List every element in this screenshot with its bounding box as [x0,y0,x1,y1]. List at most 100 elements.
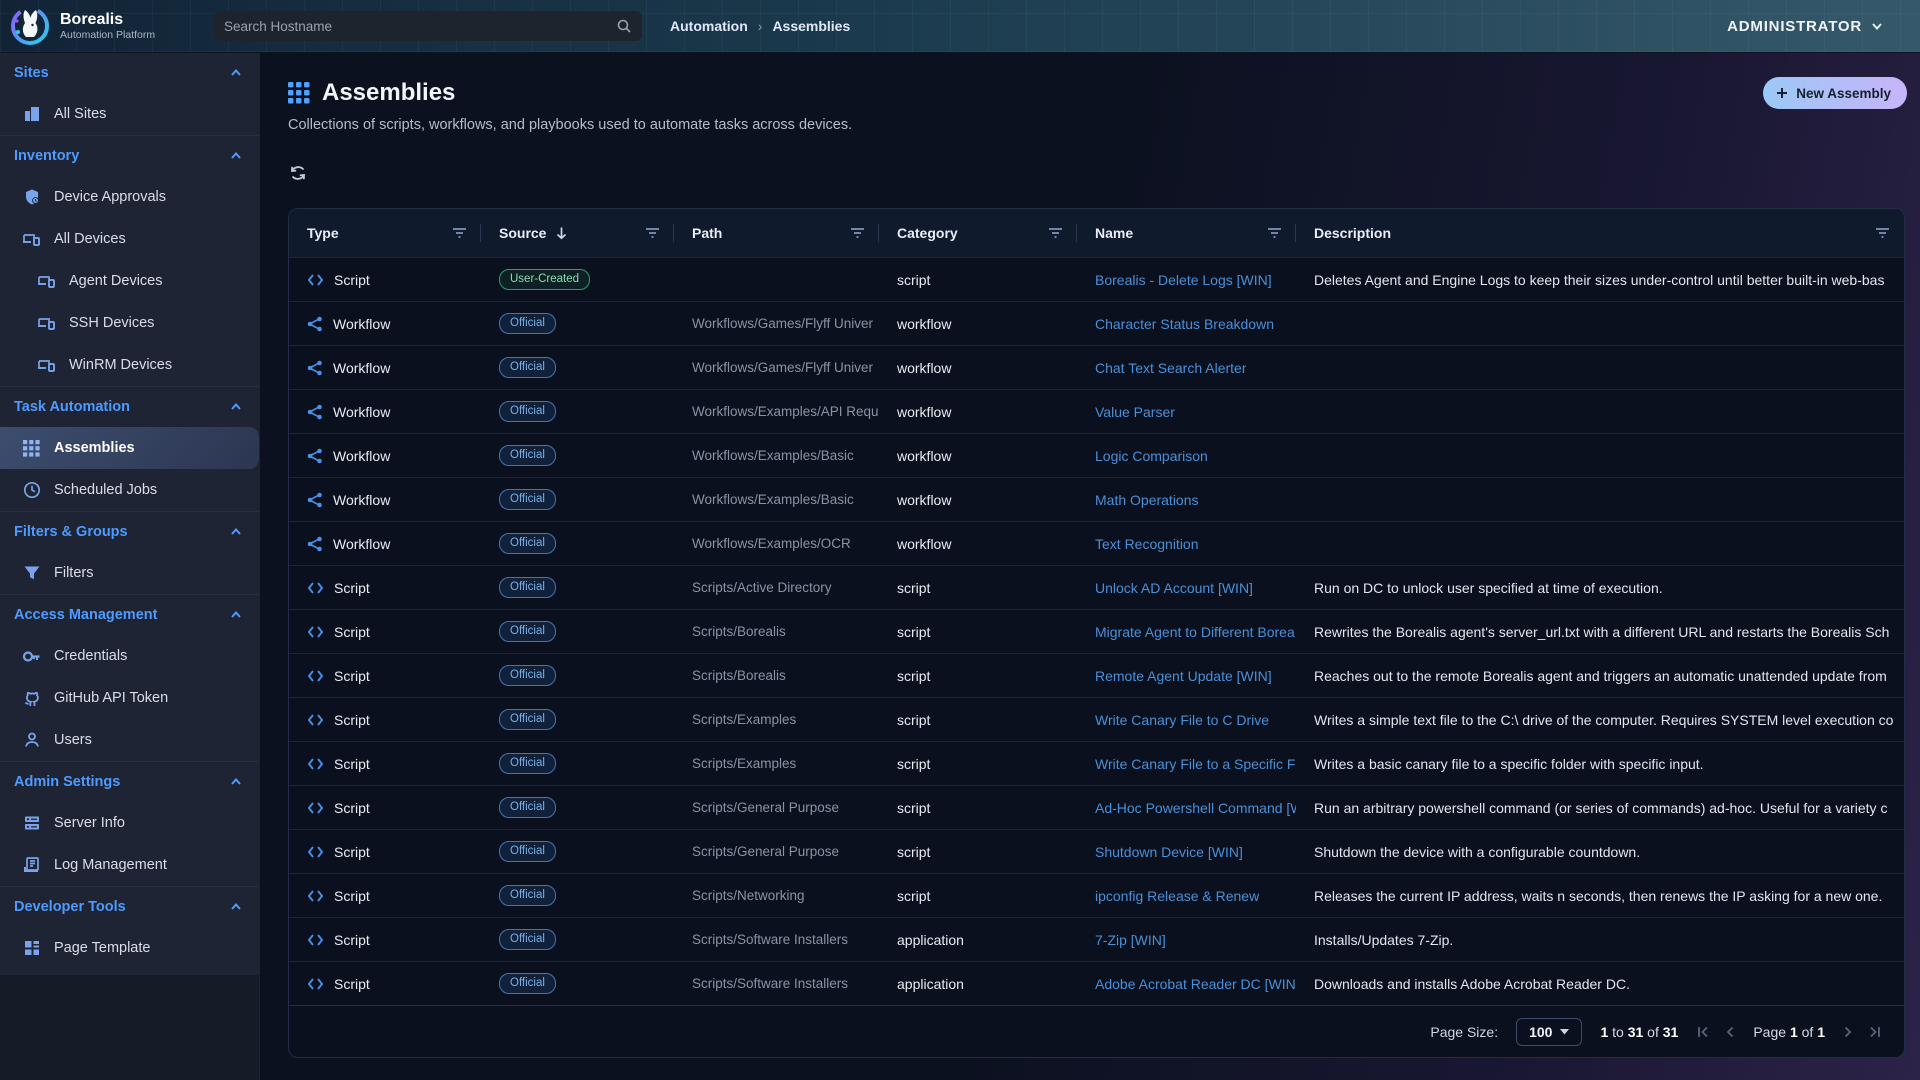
section-header-inventory[interactable]: Inventory [0,136,259,176]
sidebar-item-github-api-token[interactable]: GitHub API Token [0,677,259,719]
hostname-search[interactable] [214,11,642,41]
sidebar-item-device-approvals[interactable]: Device Approvals [0,176,259,218]
section-header-task-automation[interactable]: Task Automation [0,387,259,427]
sort-desc-icon[interactable] [555,226,568,240]
column-header-category[interactable]: Category [879,209,1077,257]
sidebar-item-page-template[interactable]: Page Template [0,927,259,969]
sidebar-item-ssh-devices[interactable]: SSH Devices [0,302,259,344]
table-row[interactable]: Script Official Scripts/General Purpose … [289,785,1904,829]
table-row[interactable]: Script Official Scripts/Examples script … [289,697,1904,741]
table-row[interactable]: Workflow Official Workflows/Examples/OCR… [289,521,1904,565]
breadcrumb-parent[interactable]: Automation [670,18,748,34]
assembly-name-link[interactable]: Adobe Acrobat Reader DC [WIN [1095,976,1296,992]
refresh-icon[interactable] [288,163,308,183]
filter-icon[interactable] [850,227,865,239]
filter-icon[interactable] [1267,227,1282,239]
search-input[interactable] [224,19,616,34]
column-header-source[interactable]: Source [481,209,674,257]
column-header-description[interactable]: Description [1296,209,1904,257]
table-row[interactable]: Script Official Scripts/Active Directory… [289,565,1904,609]
sidebar-item-users[interactable]: Users [0,719,259,761]
assembly-name-link[interactable]: Write Canary File to C Drive [1095,712,1269,728]
table-row[interactable]: Script Official Scripts/Examples script … [289,741,1904,785]
assembly-name-link[interactable]: Math Operations [1095,492,1199,508]
assembly-name-link[interactable]: Migrate Agent to Different Borea [1095,624,1295,640]
name-cell: Shutdown Device [WIN] [1077,830,1296,873]
filter-icon[interactable] [645,227,660,239]
filter-icon[interactable] [1048,227,1063,239]
section-header-admin-settings[interactable]: Admin Settings [0,762,259,802]
sidebar-item-winrm-devices[interactable]: WinRM Devices [0,344,259,386]
table-row[interactable]: Script Official Scripts/General Purpose … [289,829,1904,873]
source-badge: Official [499,533,556,555]
section-header-developer-tools[interactable]: Developer Tools [0,887,259,927]
column-header-name[interactable]: Name [1077,209,1296,257]
sidebar-item-log-management[interactable]: Log Management [0,844,259,886]
table-row[interactable]: Script Official Scripts/Borealis script … [289,653,1904,697]
assembly-name-link[interactable]: ipconfig Release & Renew [1095,888,1259,904]
assembly-name-link[interactable]: Borealis - Delete Logs [WIN] [1095,272,1272,288]
chevron-up-icon [229,525,243,539]
column-header-path[interactable]: Path [674,209,879,257]
sidebar-item-filters[interactable]: Filters [0,552,259,594]
assemblies-grid-icon [288,82,310,104]
path-cell [674,258,879,301]
table-row[interactable]: Script Official Scripts/Software Install… [289,917,1904,961]
assembly-name-link[interactable]: Shutdown Device [WIN] [1095,844,1243,860]
assembly-name-link[interactable]: Logic Comparison [1095,448,1208,464]
range-text: 1 to 31 of 31 [1600,1024,1678,1040]
assembly-name-link[interactable]: Value Parser [1095,404,1175,420]
table-row[interactable]: Workflow Official Workflows/Games/Flyff … [289,301,1904,345]
assembly-name-link[interactable]: Unlock AD Account [WIN] [1095,580,1253,596]
filter-icon[interactable] [452,227,467,239]
sidebar-item-agent-devices[interactable]: Agent Devices [0,260,259,302]
next-page-icon[interactable] [1843,1025,1853,1039]
column-header-type[interactable]: Type [289,209,481,257]
source-cell: Official [481,434,674,477]
sidebar-item-all-sites[interactable]: All Sites [0,93,259,135]
new-assembly-button[interactable]: New Assembly [1763,77,1907,109]
assembly-name-link[interactable]: Text Recognition [1095,536,1199,552]
table-row[interactable]: Workflow Official Workflows/Examples/Bas… [289,433,1904,477]
sidebar-item-all-devices[interactable]: All Devices [0,218,259,260]
name-cell: ipconfig Release & Renew [1077,874,1296,917]
sidebar-item-scheduled-jobs[interactable]: Scheduled Jobs [0,469,259,511]
section-filters-groups: Filters & Groups Filters [0,511,259,594]
assembly-name-link[interactable]: Chat Text Search Alerter [1095,360,1246,376]
filter-icon[interactable] [1875,227,1890,239]
table-row[interactable]: Workflow Official Workflows/Games/Flyff … [289,345,1904,389]
first-page-icon[interactable] [1696,1025,1711,1039]
sidebar-item-credentials[interactable]: Credentials [0,635,259,677]
page-size-select[interactable]: 100 [1516,1018,1582,1046]
table-row[interactable]: Script Official Scripts/Networking scrip… [289,873,1904,917]
assembly-name-link[interactable]: Write Canary File to a Specific F [1095,756,1295,772]
assembly-name-link[interactable]: 7-Zip [WIN] [1095,932,1166,948]
table-row[interactable]: Script Official Scripts/Borealis script … [289,609,1904,653]
sidebar-item-server-info[interactable]: Server Info [0,802,259,844]
table-row[interactable]: Script Official Scripts/Software Install… [289,961,1904,1005]
code-icon [307,889,324,903]
workflow-icon [307,404,323,420]
last-page-icon[interactable] [1867,1025,1882,1039]
previous-page-icon[interactable] [1725,1025,1735,1039]
path-cell: Scripts/Software Installers [674,962,879,1005]
assembly-name-link[interactable]: Character Status Breakdown [1095,316,1274,332]
assembly-name-link[interactable]: Remote Agent Update [WIN] [1095,668,1272,684]
section-header-filters-groups[interactable]: Filters & Groups [0,512,259,552]
breadcrumb-current[interactable]: Assemblies [772,18,850,34]
range-total: 31 [1663,1024,1679,1040]
path-cell: Workflows/Games/Flyff Univer [674,346,879,389]
user-menu[interactable]: ADMINISTRATOR [1727,18,1884,35]
assembly-name-link[interactable]: Ad-Hoc Powershell Command [W [1095,800,1296,816]
path-cell: Scripts/Active Directory [674,566,879,609]
table-row[interactable]: Script User-Created script Borealis - De… [289,257,1904,301]
section-header-sites[interactable]: Sites [0,53,259,93]
sidebar-item-assemblies[interactable]: Assemblies [0,427,259,469]
devices-icon [37,272,56,291]
section-header-access-management[interactable]: Access Management [0,595,259,635]
page-title: Assemblies [322,79,455,107]
table-row[interactable]: Workflow Official Workflows/Examples/Bas… [289,477,1904,521]
section-task-automation: Task Automation Assemblies Scheduled Job… [0,386,259,511]
table-row[interactable]: Workflow Official Workflows/Examples/API… [289,389,1904,433]
type-cell: Script [289,786,481,829]
